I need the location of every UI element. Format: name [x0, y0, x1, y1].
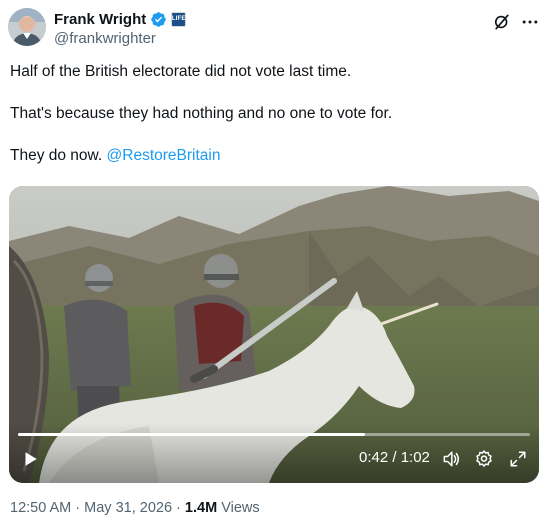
- grok-icon[interactable]: [492, 12, 512, 32]
- tweet-line-3: They do now. @RestoreBritain: [10, 146, 530, 166]
- tweet-time[interactable]: 12:50 AM: [10, 500, 71, 516]
- meta-separator: ·: [71, 500, 85, 516]
- volume-icon[interactable]: [441, 449, 461, 469]
- affiliate-badge[interactable]: LIFE: [171, 11, 187, 27]
- tweet-line-2: That's because they had nothing and no o…: [10, 105, 393, 122]
- video-controls: 0:42 / 1:02: [9, 423, 539, 483]
- settings-icon[interactable]: [474, 449, 494, 469]
- tweet-text: Half of the British electorate did not v…: [10, 62, 530, 166]
- verified-badge-icon: [151, 11, 166, 27]
- video-progress-fill: [18, 433, 365, 436]
- tweet-line-1: Half of the British electorate did not v…: [10, 63, 352, 80]
- author-display-name[interactable]: Frank Wright: [54, 11, 146, 28]
- video-player[interactable]: 0:42 / 1:02: [9, 186, 539, 483]
- video-progress-bar[interactable]: [18, 433, 530, 436]
- tweet-metadata: 12:50 AM · May 31, 2026 · 1.4M Views: [10, 500, 260, 516]
- tweet-line-3-prefix: They do now.: [10, 147, 107, 164]
- fullscreen-icon[interactable]: [509, 450, 527, 468]
- tweet-date[interactable]: May 31, 2026: [84, 500, 172, 516]
- video-time: 0:42 / 1:02: [359, 449, 430, 466]
- tweet-header: Frank Wright LIFE @frankwrighter: [8, 8, 542, 48]
- avatar[interactable]: [8, 8, 46, 46]
- meta-separator: ·: [172, 500, 185, 516]
- views-count[interactable]: 1.4M: [185, 500, 217, 516]
- play-icon[interactable]: [21, 450, 39, 468]
- views-label: Views: [217, 500, 260, 516]
- more-icon[interactable]: [520, 12, 540, 32]
- author-handle[interactable]: @frankwrighter: [54, 30, 186, 47]
- mention-link[interactable]: @RestoreBritain: [107, 147, 221, 164]
